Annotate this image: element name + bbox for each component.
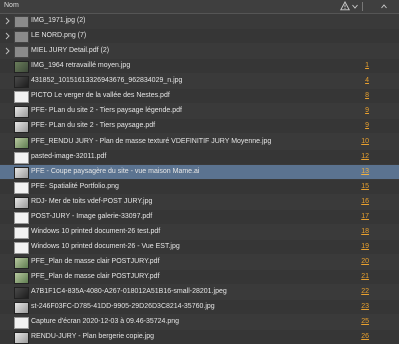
file-row[interactable]: 431852_10151613326943676_962834029_n.jpg… xyxy=(0,74,399,89)
file-name: IMG_1964 retravaillé moyen.jpg xyxy=(31,62,131,70)
file-thumbnail-icon xyxy=(14,211,29,224)
file-row[interactable]: PFE_RENDU JURY - Plan de masse texturé V… xyxy=(0,135,399,149)
file-row[interactable]: POST-JURY - Image galerie-33097.pdf 17 xyxy=(0,209,399,224)
file-thumbnail-icon xyxy=(14,257,29,270)
file-name: RDJ- Mer de toits vdef-POST JURY.jpg xyxy=(31,197,153,205)
file-row[interactable]: PFE_Plan de masse clair POSTJURY.pdf 21 xyxy=(0,270,399,285)
file-name: PFE- Spatialité Portfolio.png xyxy=(31,182,119,190)
column-header: Nom xyxy=(0,0,399,14)
file-name: 431852_10151613326943676_962834029_n.jpg xyxy=(31,77,183,85)
page-number-link[interactable]: 9 xyxy=(359,122,369,129)
page-number-link[interactable]: 9 xyxy=(359,107,369,114)
file-name: st-246F03FC-D785-41DD-9905-29D26D3C8214-… xyxy=(31,303,215,311)
file-row[interactable]: PFE- PLan du site 2 - Tiers paysage.pdf 9 xyxy=(0,119,399,134)
file-name: PFE_RENDU JURY - Plan de masse texturé V… xyxy=(31,137,272,145)
file-row[interactable]: MIEL JURY Detail.pdf (2) xyxy=(0,44,399,59)
file-row[interactable]: PFE- Spatialité Portfolio.png 15 xyxy=(0,179,399,194)
file-thumbnail-icon xyxy=(14,31,29,44)
chevron-right-icon[interactable] xyxy=(5,32,10,40)
file-row[interactable]: pasted-image-32011.pdf 12 xyxy=(0,149,399,164)
file-row[interactable]: PFE_Plan de masse clair POSTJURY.pdf 20 xyxy=(0,255,399,270)
name-column-header[interactable]: Nom xyxy=(4,2,19,9)
file-thumbnail-icon xyxy=(14,136,29,149)
page-number-link[interactable]: 18 xyxy=(359,228,369,235)
file-name: POST-JURY - Image galerie-33097.pdf xyxy=(31,212,153,220)
file-thumbnail-icon xyxy=(14,121,29,134)
chevron-right-icon[interactable] xyxy=(5,47,10,55)
file-name: Capture d'écran 2020-12-03 à 09.46-35724… xyxy=(31,318,180,326)
file-row[interactable]: LE NORD.png (7) xyxy=(0,29,399,44)
file-thumbnail-icon xyxy=(14,181,29,194)
file-thumbnail-icon xyxy=(14,61,29,74)
page-number-link[interactable]: 22 xyxy=(359,288,369,295)
page-number-link[interactable]: 1 xyxy=(359,62,369,69)
file-row[interactable]: Capture d'écran 2020-12-03 à 09.46-35724… xyxy=(0,315,399,330)
file-row[interactable]: PICTO Le verger de la vallée des Nestes.… xyxy=(0,89,399,104)
file-name: PFE_Plan de masse clair POSTJURY.pdf xyxy=(31,273,160,281)
file-name: MIEL JURY Detail.pdf (2) xyxy=(31,47,110,55)
file-row[interactable]: IMG_1964 retravaillé moyen.jpg 1 xyxy=(0,59,399,74)
file-name: PFE_Plan de masse clair POSTJURY.pdf xyxy=(31,258,160,266)
file-thumbnail-icon xyxy=(14,226,29,239)
file-name: PICTO Le verger de la vallée des Nestes.… xyxy=(31,92,170,100)
file-thumbnail-icon xyxy=(14,242,29,255)
page-number-link[interactable]: 13 xyxy=(359,168,369,175)
file-thumbnail-icon xyxy=(14,302,29,315)
file-thumbnail-icon xyxy=(14,106,29,119)
file-name: pasted-image-32011.pdf xyxy=(31,152,107,160)
file-thumbnail-icon xyxy=(14,196,29,209)
file-thumbnail-icon xyxy=(14,317,29,330)
file-name: LE NORD.png (7) xyxy=(31,32,87,40)
file-thumbnail-icon xyxy=(14,151,29,164)
file-thumbnail-icon xyxy=(14,16,29,28)
file-name: IMG_1971.jpg (2) xyxy=(31,17,86,24)
file-name: PFE- PLan du site 2 - Tiers paysage.pdf xyxy=(31,122,156,130)
file-name: PFE - Coupe paysagère du site - vue mais… xyxy=(31,167,200,175)
page-number-link[interactable]: 20 xyxy=(359,258,369,265)
file-row[interactable]: PFE- PLan du site 2 - Tiers paysage lége… xyxy=(0,104,399,119)
chevron-down-icon[interactable] xyxy=(352,4,358,9)
page-number-link[interactable]: 8 xyxy=(359,92,369,99)
chevron-right-icon[interactable] xyxy=(5,17,10,25)
page-number-link[interactable]: 21 xyxy=(359,273,369,280)
page-number-link[interactable]: 19 xyxy=(359,243,369,250)
file-thumbnail-icon xyxy=(14,272,29,285)
file-thumbnail-icon xyxy=(14,287,29,300)
file-row[interactable]: Windows 10 printed document-26 - Vue EST… xyxy=(0,240,399,255)
file-thumbnail-icon xyxy=(14,166,29,179)
file-row[interactable]: Windows 10 printed document-26 test.pdf 1… xyxy=(0,225,399,239)
warning-icon[interactable] xyxy=(340,1,350,11)
file-name: Windows 10 printed document-26 - Vue EST… xyxy=(31,243,180,251)
file-name: RENDU-JURY - Plan bergerie copie.jpg xyxy=(31,333,155,341)
page-number-link[interactable]: 26 xyxy=(359,333,369,340)
file-row[interactable]: IMG_1971.jpg (2) xyxy=(0,14,399,28)
page-number-link[interactable]: 17 xyxy=(359,213,369,220)
file-row[interactable]: RENDU-JURY - Plan bergerie copie.jpg 26 xyxy=(0,330,399,344)
page-number-link[interactable]: 12 xyxy=(359,153,369,160)
page-number-link[interactable]: 23 xyxy=(359,303,369,310)
file-thumbnail-icon xyxy=(14,46,29,59)
sort-ascending-icon[interactable] xyxy=(381,4,387,9)
file-name: A7B1F1C4-835A-4080-A267-018012A51B16-sma… xyxy=(31,288,227,296)
file-row[interactable]: st-246F03FC-D785-41DD-9905-29D26D3C8214-… xyxy=(0,300,399,315)
file-row[interactable]: PFE - Coupe paysagère du site - vue mais… xyxy=(0,164,399,179)
page-number-link[interactable]: 4 xyxy=(359,77,369,84)
file-name: Windows 10 printed document-26 test.pdf xyxy=(31,227,161,235)
page-number-link[interactable]: 16 xyxy=(359,198,369,205)
file-thumbnail-icon xyxy=(14,76,29,89)
file-row[interactable]: A7B1F1C4-835A-4080-A267-018012A51B16-sma… xyxy=(0,285,399,300)
file-thumbnail-icon xyxy=(14,332,29,344)
file-thumbnail-icon xyxy=(14,91,29,104)
page-number-link[interactable]: 10 xyxy=(359,138,369,145)
file-name: PFE- PLan du site 2 - Tiers paysage lége… xyxy=(31,107,182,115)
column-divider xyxy=(362,2,363,11)
file-row[interactable]: RDJ- Mer de toits vdef-POST JURY.jpg 16 xyxy=(0,195,399,209)
page-number-link[interactable]: 25 xyxy=(359,318,369,325)
page-number-link[interactable]: 15 xyxy=(359,183,369,190)
